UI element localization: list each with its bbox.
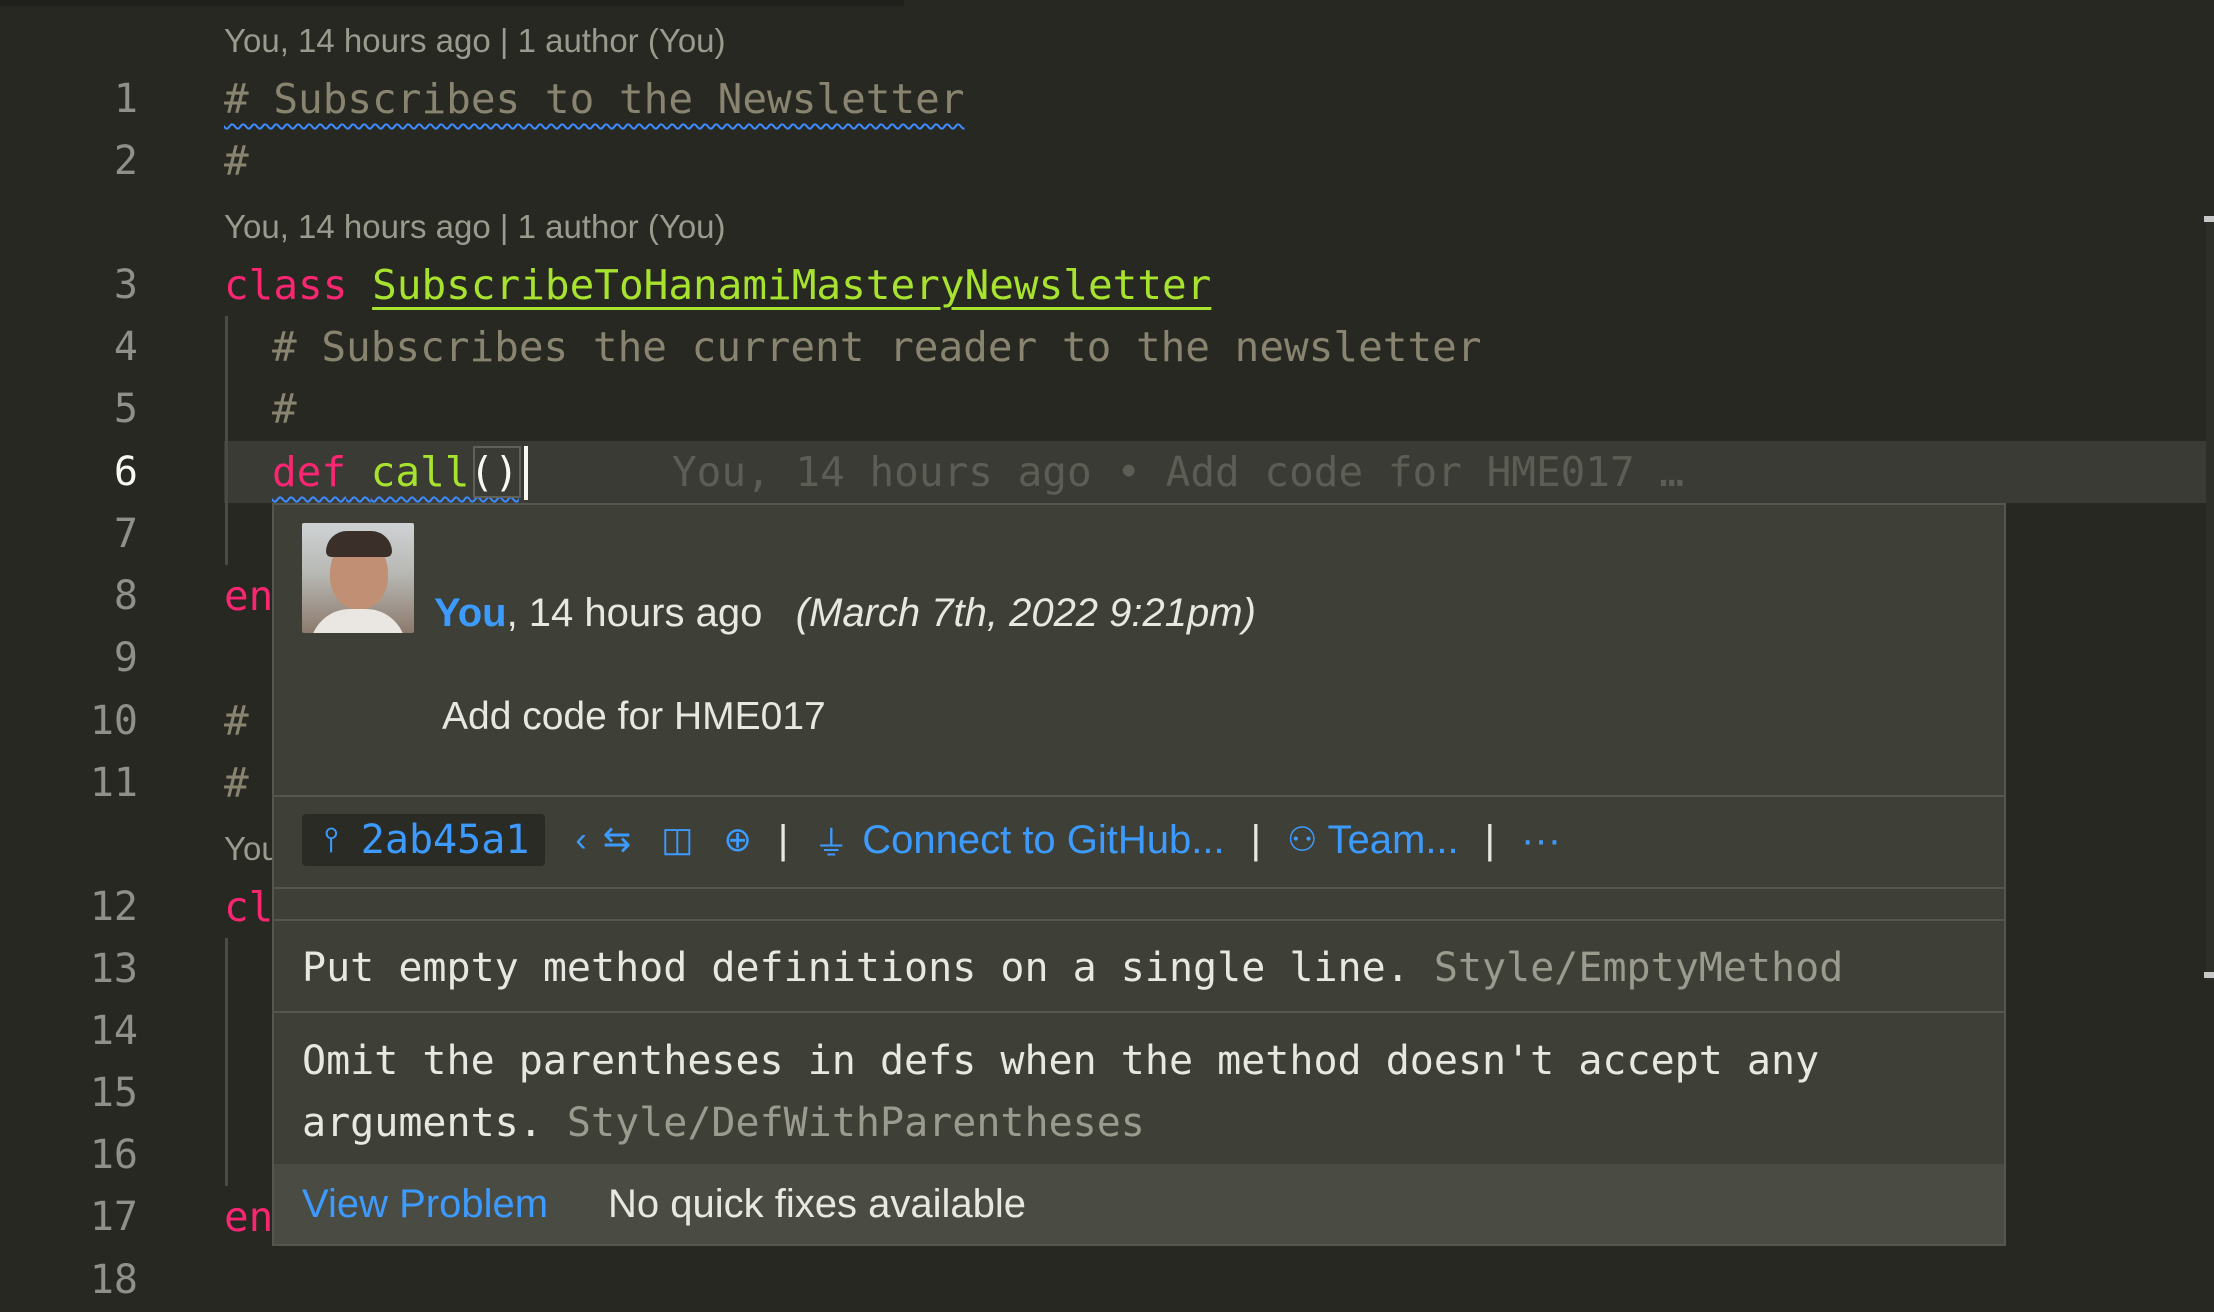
line-number: 1 <box>113 76 138 122</box>
code-line-2[interactable]: # <box>224 130 249 192</box>
line-number: 10 <box>89 698 138 744</box>
code-line-3[interactable]: class SubscribeToHanamiMasteryNewsletter <box>224 254 1211 316</box>
inline-blame-annotation[interactable]: You, 14 hours ago • Add code for HME017 … <box>672 441 1684 503</box>
problem-text: Put empty method definitions on a single… <box>302 945 1410 991</box>
chevron-left-icon[interactable]: ‹ <box>575 821 586 860</box>
line-number: 9 <box>113 635 138 681</box>
divider <box>274 795 2004 797</box>
codelens-blame-top[interactable]: You, 14 hours ago | 1 author (You) <box>224 16 726 66</box>
line-number: 11 <box>89 760 138 806</box>
scrollbar-marker <box>2204 216 2214 222</box>
problem-text: Omit the parentheses in defs when the me… <box>302 1038 1820 1084</box>
code-line-5[interactable]: # <box>272 378 297 440</box>
code-line-11[interactable]: # <box>224 752 249 814</box>
line-number: 4 <box>113 324 138 370</box>
line-number: 14 <box>89 1008 138 1054</box>
code-line-1[interactable]: # Subscribes to the Newsletter <box>224 68 965 130</box>
problem-code[interactable]: Style/EmptyMethod <box>1434 945 1843 991</box>
line-number: 3 <box>113 262 138 308</box>
line-number: 13 <box>89 946 138 992</box>
codelens-blame-class[interactable]: You, 14 hours ago | 1 author (You) <box>224 202 726 252</box>
problem-code[interactable]: Style/DefWithParentheses <box>567 1100 1145 1146</box>
relative-time: , 14 hours ago <box>506 591 763 635</box>
bracket-match-highlight <box>473 446 521 498</box>
no-quick-fixes-label: No quick fixes available <box>608 1182 1026 1226</box>
problem-message: Omit the parentheses in defs when the me… <box>302 1030 1819 1092</box>
tab-bar-edge <box>0 0 904 6</box>
line-number: 16 <box>89 1132 138 1178</box>
author-name[interactable]: You <box>434 591 507 635</box>
problem-message: Put empty method definitions on a single… <box>302 937 1843 999</box>
line-number: 8 <box>113 573 138 619</box>
blame-author-line: You, 14 hours ago (March 7th, 2022 9:21p… <box>434 591 1256 636</box>
line-number-active: 6 <box>113 449 138 495</box>
divider <box>274 887 2004 889</box>
line-number: 5 <box>113 386 138 432</box>
class-name: SubscribeToHanamiMasteryNewsletter <box>372 261 1212 309</box>
view-problem-link[interactable]: View Problem <box>302 1182 548 1227</box>
line-number: 17 <box>89 1194 138 1240</box>
globe-icon[interactable]: ⊕ <box>723 820 752 860</box>
problem-message: arguments. Style/DefWithParentheses <box>302 1092 1145 1154</box>
divider <box>274 919 2004 921</box>
code-line-17[interactable]: en <box>224 1186 273 1248</box>
divider: | <box>777 817 789 862</box>
commit-date: (March 7th, 2022 9:21pm) <box>795 591 1256 635</box>
indent-guide <box>225 316 228 565</box>
method-name: call <box>370 448 470 496</box>
line-number: 7 <box>113 511 138 557</box>
code-line-12[interactable]: cl <box>224 876 273 938</box>
toggle-panel-icon[interactable]: ◫ <box>661 820 693 860</box>
commit-sha-button[interactable]: ⫯ 2ab45a1 <box>302 814 546 866</box>
keyword-def: def <box>272 448 347 496</box>
vertical-scrollbar[interactable] <box>2206 220 2214 980</box>
commit-message: Add code for HME017 <box>442 695 826 738</box>
indent-guide <box>225 938 228 1186</box>
plug-icon: ⏚ <box>814 824 849 863</box>
line-number: 12 <box>89 884 138 930</box>
code-line-4[interactable]: # Subscribes the current reader to the n… <box>272 316 1482 378</box>
connect-github-link[interactable]: Connect to GitHub... <box>862 818 1224 863</box>
scrollbar-marker <box>2204 972 2214 978</box>
text-cursor <box>524 446 528 500</box>
keyword-class: class <box>224 261 348 309</box>
team-icon: ⚇ <box>1287 821 1318 859</box>
code-line-10[interactable]: # <box>224 690 249 752</box>
divider: | <box>1484 817 1496 862</box>
commit-sha: 2ab45a1 <box>360 817 530 863</box>
divider <box>274 1011 2004 1013</box>
compare-icon[interactable]: ⇆ <box>603 820 632 860</box>
divider: | <box>1250 817 1262 862</box>
avatar <box>302 523 414 633</box>
code-line-8[interactable]: en <box>224 565 273 627</box>
line-number: 18 <box>89 1257 138 1303</box>
commit-actions-bar: ⫯ 2ab45a1 ‹ ⇆ ◫ ⊕ | ⏚ Connect to GitHub.… <box>302 813 1561 867</box>
line-number: 2 <box>113 138 138 184</box>
problem-text: arguments. <box>302 1100 543 1146</box>
comment-text: # Subscribes to the Newsletter <box>224 75 965 123</box>
commit-icon: ⫯ <box>324 820 339 860</box>
team-link[interactable]: Team... <box>1328 818 1459 863</box>
more-actions-button[interactable]: ··· <box>1521 818 1561 863</box>
line-number: 15 <box>89 1070 138 1116</box>
hover-popup: You, 14 hours ago (March 7th, 2022 9:21p… <box>272 503 2006 1246</box>
hover-status-bar: View Problem No quick fixes available <box>274 1164 2004 1244</box>
